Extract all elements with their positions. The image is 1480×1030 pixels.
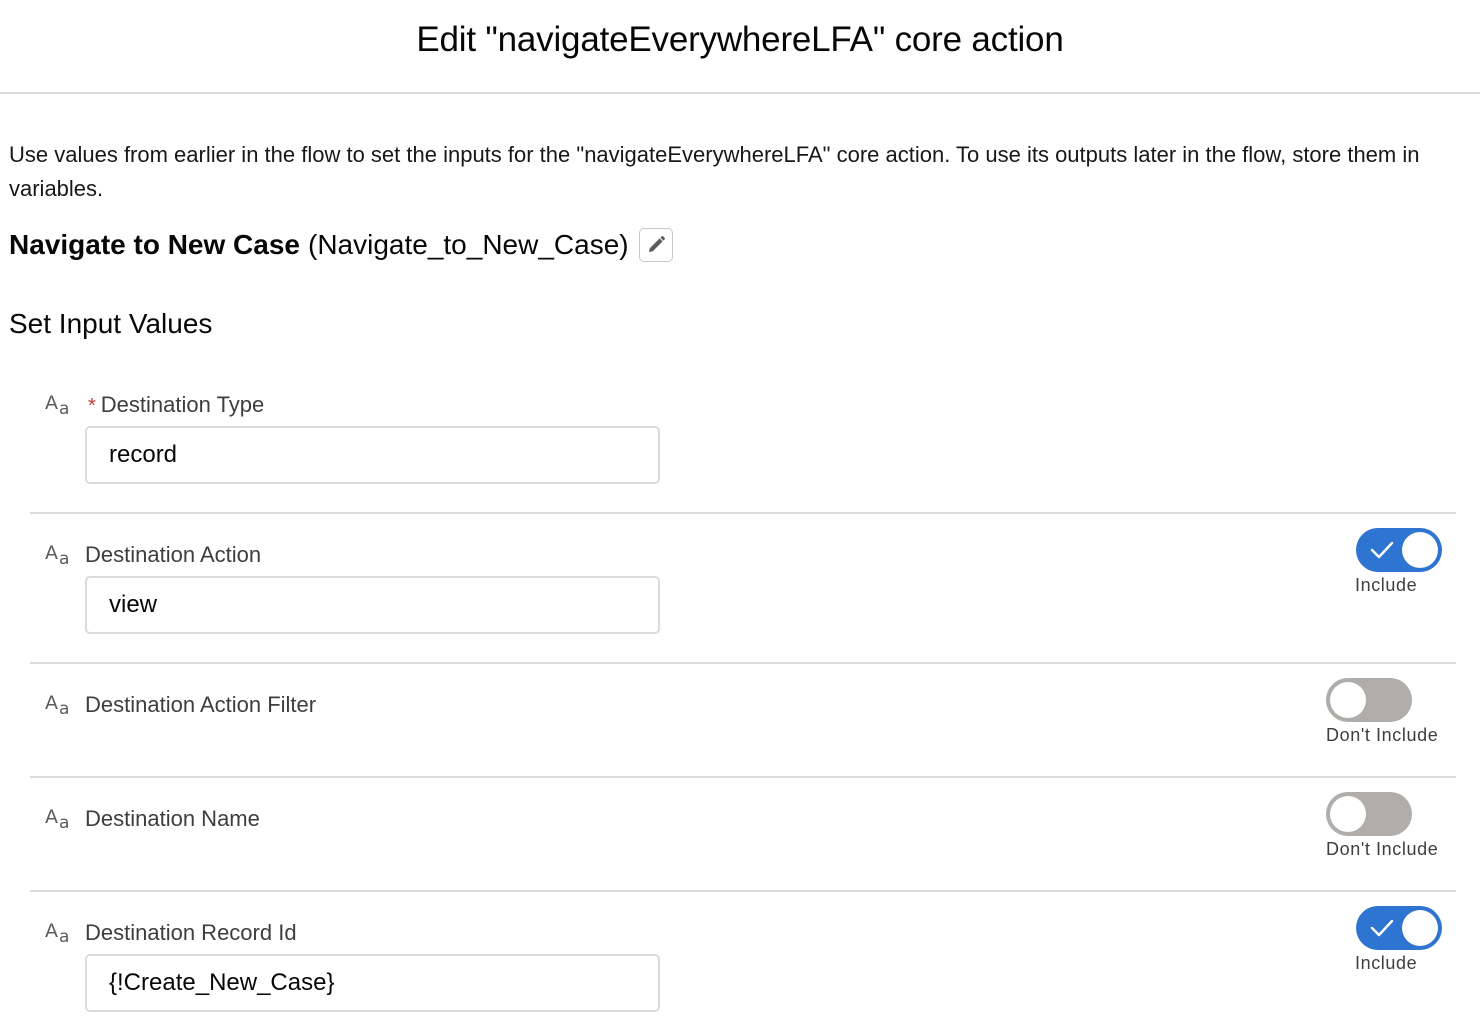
toggle-knob [1402,532,1438,568]
edit-action-button[interactable] [638,228,673,262]
field-row-destination-action-filter: Aa Destination Action Filter Don't Inclu… [30,678,1456,778]
text-type-icon: Aa [45,920,70,947]
action-api-name: (Navigate_to_New_Case) [308,229,629,260]
destination-action-input[interactable]: view [85,576,660,634]
field-label: Destination Record Id [85,920,297,945]
check-icon [1370,541,1394,559]
text-type-icon: Aa [45,806,70,833]
field-row-destination-record-id: Aa Destination Record Id {!Create_New_Ca… [30,906,1456,1030]
include-toggle[interactable] [1356,528,1442,572]
field-row-destination-action: Aa Destination Action view Include [30,528,1456,664]
pencil-icon [648,236,665,252]
dont-include-toggle[interactable] [1326,678,1412,722]
field-label: * Destination Type [88,392,265,417]
field-label: Destination Name [85,806,260,831]
section-title: Set Input Values [9,308,213,339]
include-toggle[interactable] [1356,906,1442,950]
destination-type-input[interactable]: record [85,426,660,484]
action-title: Navigate to New Case (Navigate_to_New_Ca… [9,226,673,264]
toggle-label: Include [1355,575,1418,595]
toggle-label: Don't Include [1326,725,1439,745]
toggle-knob [1402,910,1438,946]
field-label: Destination Action [85,542,262,567]
toggle-label: Include [1355,953,1418,973]
required-indicator: * [88,395,96,417]
modal-header: Edit "navigateEverywhereLFA" core action [0,0,1480,94]
field-row-destination-type: Aa * Destination Type record [30,392,1456,514]
check-icon [1370,919,1394,937]
dont-include-toggle[interactable] [1326,792,1412,836]
toggle-knob [1330,796,1366,832]
text-type-icon: Aa [45,392,70,419]
modal-title: Edit "navigateEverywhereLFA" core action [416,19,1064,59]
action-label: Navigate to New Case [9,229,300,260]
destination-record-id-input[interactable]: {!Create_New_Case} [85,954,660,1012]
toggle-knob [1330,682,1366,718]
intro-text: Use values from earlier in the flow to s… [9,142,1420,201]
toggle-label: Don't Include [1326,839,1439,859]
field-row-destination-name: Aa Destination Name Don't Include [30,792,1456,892]
text-type-icon: Aa [45,692,70,719]
text-type-icon: Aa [45,542,70,569]
field-label: Destination Action Filter [85,692,317,717]
